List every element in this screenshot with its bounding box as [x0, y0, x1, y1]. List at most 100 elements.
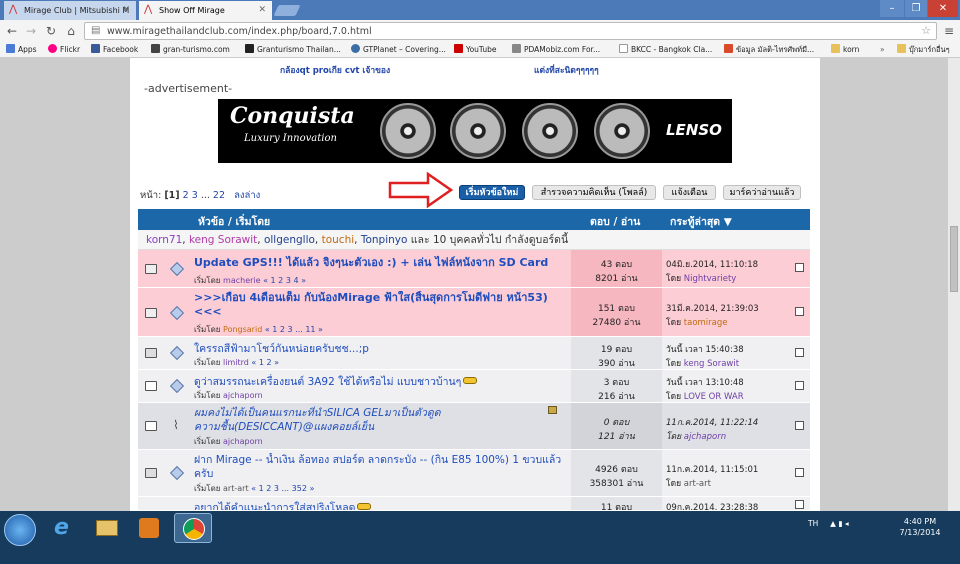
- last-post-icon[interactable]: [795, 263, 804, 272]
- bookmark-flickr[interactable]: Flickr: [48, 43, 80, 57]
- bookmark-granturismo-thailand[interactable]: Granturismo Thailan...: [245, 43, 341, 57]
- bookmark-youtube[interactable]: YouTube: [454, 43, 497, 57]
- gtplanet-icon: [351, 44, 360, 53]
- home-button[interactable]: ⌂: [63, 23, 79, 39]
- last-post-user: โดย LOVE OR WAR: [666, 392, 744, 402]
- subject-column-header[interactable]: หัวข้อ / เริ่มโดย: [198, 213, 270, 230]
- bookmark-pdamobiz[interactable]: PDAMobiz.com For...: [512, 43, 600, 57]
- scrollbar-thumb[interactable]: [950, 226, 958, 292]
- bookmark-apps[interactable]: Apps: [6, 43, 37, 57]
- online-user[interactable]: korn71: [146, 234, 182, 246]
- last-post-icon[interactable]: [795, 348, 804, 357]
- new-topic-button[interactable]: เริ่มหัวข้อใหม่: [459, 185, 525, 200]
- last-poster-link[interactable]: keng Sorawit: [684, 359, 739, 369]
- file-explorer-icon[interactable]: [88, 513, 126, 543]
- close-window-button[interactable]: ✕: [928, 0, 958, 17]
- topic-table-header: หัวข้อ / เริ่มโดย ตอบ / อ่าน กระทู้ล่าสุ…: [138, 209, 810, 230]
- minimize-button[interactable]: –: [880, 0, 904, 17]
- wheel-image: [450, 103, 506, 159]
- topic-title-link[interactable]: ใครรถสีฟ้ามาโชว์กันหน่อยครับชช...;p: [194, 340, 369, 357]
- author-link[interactable]: Pongsarid: [223, 325, 262, 334]
- online-user[interactable]: keng Sorawit: [189, 234, 257, 246]
- mark-read-button[interactable]: มาร์คว่าอ่านแล้ว: [723, 185, 801, 200]
- forward-button[interactable]: →: [23, 23, 39, 39]
- topic-title-link[interactable]: ผมคงไม่ได้เป็นคนแรกนะที่นำSILICA GELมาเป…: [194, 406, 534, 434]
- start-button[interactable]: [4, 514, 36, 546]
- topic-title-link[interactable]: Update GPS!!! ได้แล้ว จิงๆนะตัวเอง :) + …: [194, 253, 548, 271]
- address-bar[interactable]: ▤ www.miragethailandclub.com/index.php/b…: [84, 22, 937, 40]
- prev-link[interactable]: แต่งที่สะนิดๆๆๆๆๆ: [534, 63, 599, 77]
- new-tab-button[interactable]: [273, 5, 301, 16]
- online-user[interactable]: ollgengllo: [264, 234, 315, 246]
- tray-network-icon[interactable]: ▮: [838, 519, 842, 528]
- system-clock[interactable]: 4:40 PM 7/13/2014: [890, 516, 950, 538]
- author-link[interactable]: macherie: [223, 276, 261, 285]
- paperclip-icon: ⌇: [173, 418, 179, 432]
- page-scrollbar[interactable]: [948, 58, 960, 511]
- notify-button[interactable]: แจ้งเตือน: [663, 185, 716, 200]
- last-poster-link[interactable]: ajchaporn: [684, 432, 726, 442]
- media-player-icon[interactable]: [130, 513, 168, 543]
- close-icon[interactable]: ✕: [258, 1, 266, 20]
- last-post-icon[interactable]: [795, 307, 804, 316]
- page-icon: [724, 44, 733, 53]
- bookmark-folder-korn[interactable]: korn: [831, 43, 859, 57]
- tray-up-icon[interactable]: ▲: [830, 519, 836, 528]
- wheel-image: [594, 103, 650, 159]
- reload-button[interactable]: ↻: [43, 23, 59, 39]
- language-indicator[interactable]: TH: [808, 519, 818, 528]
- tab-show-off-mirage[interactable]: ⋀ Show Off Mirage ✕: [139, 1, 272, 20]
- topic-starter: เริ่มโดย Pongsarid « 1 2 3 ... 11 »: [194, 325, 323, 334]
- bookmark-gtplanet[interactable]: GTPlanet – Covering...: [351, 43, 446, 57]
- topic-title-link[interactable]: ฝาก Mirage -- น้ำเงิน ล้อทอง สปอร์ต ลาดก…: [194, 453, 566, 481]
- last-poster-link[interactable]: art-art: [684, 479, 711, 489]
- topic-pages[interactable]: « 1 2 3 ... 11 »: [265, 325, 323, 334]
- bookmark-multi-phone[interactable]: ข้อมูล มัลติ-ไทรศัพท์มื...: [724, 43, 814, 57]
- bookmark-gran-turismo[interactable]: gran-turismo.com: [151, 43, 230, 57]
- author-link[interactable]: art-art: [223, 484, 249, 493]
- last-poster-link[interactable]: taomirage: [684, 318, 728, 328]
- bookmark-facebook[interactable]: Facebook: [91, 43, 138, 57]
- page-link[interactable]: 3: [192, 190, 198, 201]
- last-post-icon[interactable]: [795, 500, 804, 509]
- topic-status-icon: [145, 348, 157, 358]
- prev-link[interactable]: กล้องqt proเกีย cvt เจ้าของ: [280, 63, 390, 77]
- topic-title-link[interactable]: อยากได้คำแนะนำการใส่สปริงโหลด: [194, 499, 372, 510]
- lenso-ad-banner[interactable]: Conquista Luxury Innovation LENSO: [218, 99, 732, 163]
- page-link[interactable]: 2: [183, 190, 189, 201]
- topic-title-link[interactable]: >>>เกือบ 4เดือนเต็ม กับน้องMirage ฟ้าใส(…: [194, 291, 566, 319]
- author-link[interactable]: ajchaporn: [223, 391, 263, 400]
- bookmarks-overflow-button[interactable]: »: [880, 43, 885, 57]
- online-user[interactable]: Tonpinyo: [361, 234, 408, 246]
- topic-pages[interactable]: « 1 2 3 ... 352 »: [251, 484, 314, 493]
- page-link[interactable]: 22: [213, 190, 225, 201]
- last-post-icon[interactable]: [795, 421, 804, 430]
- reply-count: 0 ตอบ: [603, 418, 630, 428]
- bookmark-bkcc[interactable]: BKCC - Bangkok Cla...: [619, 43, 712, 57]
- menu-icon[interactable]: ≡: [941, 23, 957, 39]
- lastpost-column-header[interactable]: กระทู้ล่าสุด ▼: [670, 213, 732, 230]
- last-poster-link[interactable]: Nightvariety: [684, 274, 737, 284]
- tab-mirage-club[interactable]: ⋀ Mirage Club | Mitsubishi M ✕: [4, 1, 136, 20]
- topic-title-link[interactable]: ดูว่าสมรรถนะเครื่องยนต์ 3A92 ใช้ได้หรือไ…: [194, 373, 478, 390]
- author-link[interactable]: limitrd: [223, 358, 249, 367]
- stats-column-header[interactable]: ตอบ / อ่าน: [590, 213, 640, 230]
- go-down-link[interactable]: ลงล่าง: [234, 190, 260, 201]
- new-poll-button[interactable]: สำรวจความคิดเห็น (โพลล์): [532, 185, 656, 200]
- last-post-icon[interactable]: [795, 381, 804, 390]
- last-poster-link[interactable]: LOVE OR WAR: [684, 392, 744, 402]
- close-icon[interactable]: ✕: [122, 1, 130, 20]
- chrome-icon[interactable]: [174, 513, 212, 543]
- author-link[interactable]: ajchaporn: [223, 437, 263, 446]
- internet-explorer-icon[interactable]: e: [44, 513, 82, 543]
- tray-volume-icon[interactable]: ◂: [845, 519, 849, 528]
- back-button[interactable]: ←: [4, 23, 20, 39]
- topic-pages[interactable]: « 1 2 3 4 »: [263, 276, 306, 285]
- topic-pages[interactable]: « 1 2 »: [251, 358, 279, 367]
- star-icon[interactable]: ☆: [921, 24, 931, 37]
- last-post-date: 09ก.ค.2014, 23:28:38: [666, 503, 759, 511]
- online-user[interactable]: touchi: [322, 234, 355, 246]
- bookmark-folder-other[interactable]: บุ๊กมาร์กอื่นๆ: [897, 43, 950, 57]
- maximize-button[interactable]: ❐: [905, 0, 927, 17]
- last-post-icon[interactable]: [795, 468, 804, 477]
